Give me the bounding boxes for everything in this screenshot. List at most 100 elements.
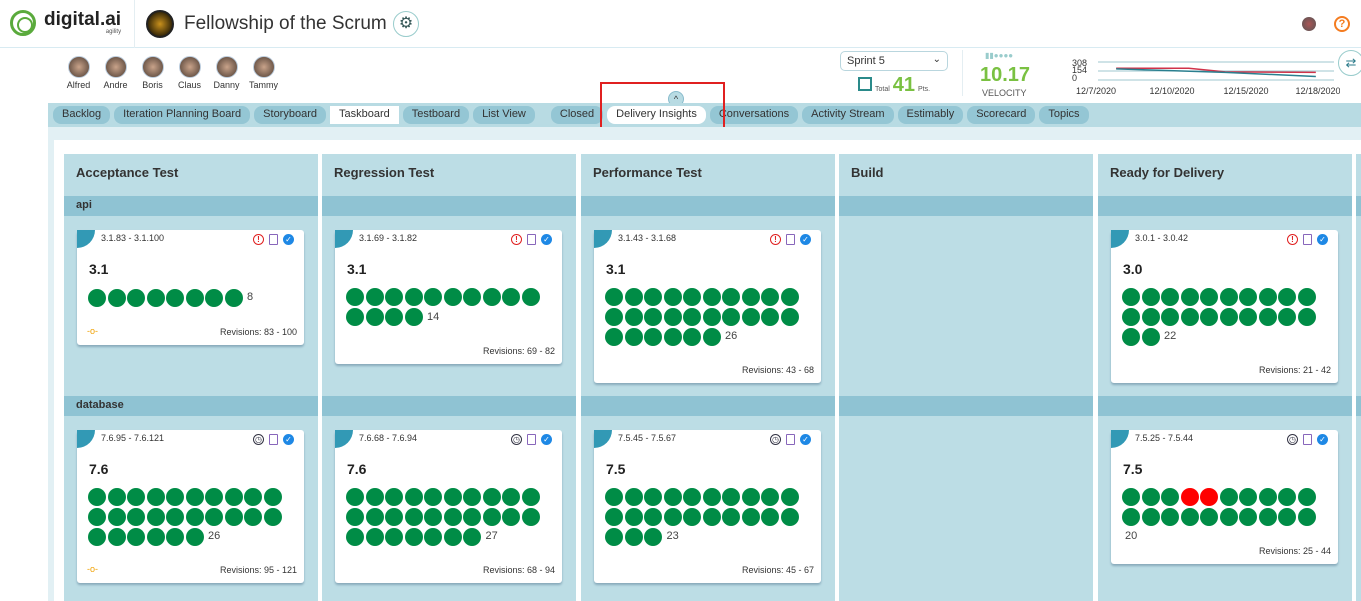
passed-build-dot[interactable] bbox=[1239, 307, 1257, 326]
passed-build-dot[interactable] bbox=[1278, 288, 1296, 307]
tab-backlog[interactable]: Backlog bbox=[53, 106, 111, 124]
passed-build-dot[interactable] bbox=[663, 327, 682, 346]
passed-build-dot[interactable] bbox=[365, 527, 384, 546]
alert-icon[interactable]: ! bbox=[253, 234, 264, 245]
tab-taskboard[interactable]: Taskboard bbox=[329, 106, 399, 124]
passed-build-dot[interactable] bbox=[1200, 507, 1218, 526]
tab-storyboard[interactable]: Storyboard bbox=[254, 106, 326, 124]
tab-list-view[interactable]: List View bbox=[473, 106, 535, 124]
passed-build-dot[interactable] bbox=[482, 507, 501, 526]
passed-build-dot[interactable] bbox=[605, 527, 623, 546]
passed-build-dot[interactable] bbox=[1219, 507, 1238, 526]
passed-build-dot[interactable] bbox=[1180, 307, 1199, 326]
passed-build-dot[interactable] bbox=[722, 488, 740, 507]
passed-build-dot[interactable] bbox=[463, 488, 481, 507]
passed-build-dot[interactable] bbox=[683, 507, 701, 526]
passed-build-dot[interactable] bbox=[1180, 288, 1199, 307]
passed-build-dot[interactable] bbox=[443, 288, 462, 307]
failed-build-dot[interactable] bbox=[1200, 488, 1218, 507]
passed-build-dot[interactable] bbox=[88, 288, 106, 307]
clock-icon[interactable]: ◷ bbox=[770, 434, 781, 445]
document-icon[interactable] bbox=[269, 434, 278, 445]
passed-build-dot[interactable] bbox=[224, 507, 243, 526]
passed-build-dot[interactable] bbox=[702, 288, 721, 307]
passed-build-dot[interactable] bbox=[1219, 288, 1238, 307]
passed-build-dot[interactable] bbox=[1297, 488, 1316, 507]
tab-testboard[interactable]: Testboard bbox=[402, 106, 470, 124]
passed-build-dot[interactable] bbox=[663, 507, 682, 526]
passed-build-dot[interactable] bbox=[88, 527, 106, 546]
passed-build-dot[interactable] bbox=[385, 288, 403, 307]
alert-icon[interactable]: ! bbox=[1287, 234, 1298, 245]
passed-build-dot[interactable] bbox=[1239, 288, 1257, 307]
passed-build-dot[interactable] bbox=[404, 488, 423, 507]
passed-build-dot[interactable] bbox=[722, 307, 740, 326]
passed-build-dot[interactable] bbox=[644, 507, 662, 526]
clock-icon[interactable]: ◷ bbox=[1287, 434, 1298, 445]
passed-build-dot[interactable] bbox=[424, 488, 442, 507]
passed-build-dot[interactable] bbox=[365, 507, 384, 526]
passed-build-dot[interactable] bbox=[780, 307, 799, 326]
document-icon[interactable] bbox=[527, 234, 536, 245]
document-icon[interactable] bbox=[786, 234, 795, 245]
passed-build-dot[interactable] bbox=[1161, 507, 1179, 526]
passed-build-dot[interactable] bbox=[365, 288, 384, 307]
passed-build-dot[interactable] bbox=[127, 507, 145, 526]
passed-build-dot[interactable] bbox=[424, 527, 442, 546]
failed-build-dot[interactable] bbox=[1180, 488, 1199, 507]
passed-build-dot[interactable] bbox=[443, 527, 462, 546]
passed-build-dot[interactable] bbox=[624, 307, 643, 326]
passed-build-dot[interactable] bbox=[166, 507, 184, 526]
passed-build-dot[interactable] bbox=[205, 507, 223, 526]
check-icon[interactable]: ✓ bbox=[283, 234, 294, 245]
passed-build-dot[interactable] bbox=[166, 288, 184, 307]
passed-build-dot[interactable] bbox=[761, 307, 779, 326]
passed-build-dot[interactable] bbox=[702, 327, 721, 346]
passed-build-dot[interactable] bbox=[780, 507, 799, 526]
passed-build-dot[interactable] bbox=[1297, 307, 1316, 326]
passed-build-dot[interactable] bbox=[463, 527, 481, 546]
passed-build-dot[interactable] bbox=[761, 507, 779, 526]
release-card[interactable]: 7.5.45 - 7.5.67 ◷ ✓ 7.5 23 Revisions: 45 - 67 bbox=[594, 430, 821, 583]
passed-build-dot[interactable] bbox=[346, 488, 364, 507]
document-icon[interactable] bbox=[1303, 434, 1312, 445]
passed-build-dot[interactable] bbox=[346, 507, 364, 526]
passed-build-dot[interactable] bbox=[605, 488, 623, 507]
passed-build-dot[interactable] bbox=[185, 288, 204, 307]
passed-build-dot[interactable] bbox=[146, 527, 165, 546]
passed-build-dot[interactable] bbox=[263, 507, 282, 526]
passed-build-dot[interactable] bbox=[166, 527, 184, 546]
tab-scorecard[interactable]: Scorecard bbox=[967, 106, 1036, 124]
passed-build-dot[interactable] bbox=[482, 488, 501, 507]
passed-build-dot[interactable] bbox=[1141, 507, 1160, 526]
passed-build-dot[interactable] bbox=[107, 507, 126, 526]
passed-build-dot[interactable] bbox=[741, 507, 760, 526]
release-card[interactable]: 3.0.1 - 3.0.42! ✓ 3.0 22 Revisions: 21 - 42 bbox=[1111, 230, 1338, 383]
digital-ai-logo[interactable]: digital.ai agility bbox=[10, 10, 121, 36]
passed-build-dot[interactable] bbox=[1239, 488, 1257, 507]
passed-build-dot[interactable] bbox=[683, 307, 701, 326]
tab-activity-stream[interactable]: Activity Stream bbox=[802, 106, 894, 124]
team-member[interactable]: Claus bbox=[173, 56, 206, 90]
passed-build-dot[interactable] bbox=[205, 288, 223, 307]
release-card[interactable]: 7.5.25 - 7.5.44 ◷ ✓ 7.5 20 Revisions: 25 - 44 bbox=[1111, 430, 1338, 564]
passed-build-dot[interactable] bbox=[365, 488, 384, 507]
check-icon[interactable]: ✓ bbox=[1317, 234, 1328, 245]
passed-build-dot[interactable] bbox=[702, 307, 721, 326]
passed-build-dot[interactable] bbox=[780, 488, 799, 507]
passed-build-dot[interactable] bbox=[663, 488, 682, 507]
passed-build-dot[interactable] bbox=[605, 327, 623, 346]
check-icon[interactable]: ✓ bbox=[800, 234, 811, 245]
release-card[interactable]: 7.6.95 - 7.6.121 ◷ ✓ 7.6 26 -o- Revisions: 95 … bbox=[77, 430, 304, 583]
passed-build-dot[interactable] bbox=[1161, 488, 1179, 507]
passed-build-dot[interactable] bbox=[1141, 307, 1160, 326]
passed-build-dot[interactable] bbox=[741, 488, 760, 507]
passed-build-dot[interactable] bbox=[146, 488, 165, 507]
tab-closed[interactable]: Closed bbox=[550, 106, 604, 124]
passed-build-dot[interactable] bbox=[1297, 507, 1316, 526]
passed-build-dot[interactable] bbox=[1161, 288, 1179, 307]
passed-build-dot[interactable] bbox=[88, 507, 106, 526]
passed-build-dot[interactable] bbox=[521, 288, 540, 307]
passed-build-dot[interactable] bbox=[722, 507, 740, 526]
passed-build-dot[interactable] bbox=[185, 488, 204, 507]
